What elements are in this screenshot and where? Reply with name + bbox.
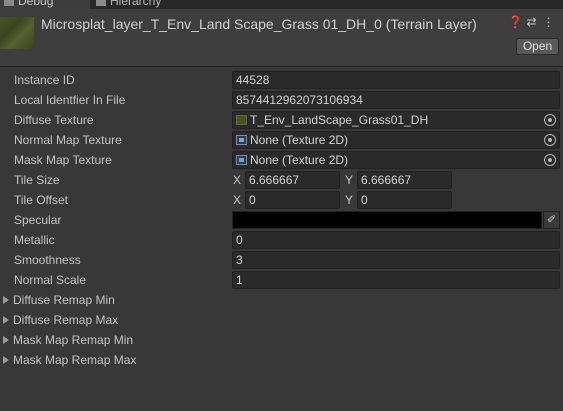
property-row-specular: Specular ✐ bbox=[0, 210, 563, 230]
foldout-mask-map-remap-max[interactable]: Mask Map Remap Max bbox=[0, 350, 563, 370]
property-row-smoothness: Smoothness 3 bbox=[0, 250, 563, 270]
property-label: Diffuse Texture bbox=[14, 113, 94, 127]
inspector-header: Microsplat_layer_T_Env_Land Scape_Grass … bbox=[0, 9, 563, 67]
property-row-local-identifier: Local Identfier In File 8574412962073106… bbox=[0, 90, 563, 110]
property-label: Specular bbox=[14, 213, 62, 227]
preset-icon[interactable]: ⇄ bbox=[525, 16, 538, 29]
open-button[interactable]: Open bbox=[516, 38, 559, 55]
object-picker-icon[interactable] bbox=[544, 154, 556, 166]
mask-map-texture-field[interactable]: None (Texture 2D) bbox=[232, 151, 560, 169]
foldout-label: Diffuse Remap Min bbox=[13, 293, 115, 307]
foldout-label: Diffuse Remap Max bbox=[13, 313, 119, 327]
foldout-arrow-icon[interactable] bbox=[3, 296, 9, 304]
eyedropper-icon[interactable]: ✐ bbox=[543, 211, 560, 229]
debug-icon bbox=[4, 0, 14, 7]
property-row-instance-id: Instance ID 44528 bbox=[0, 70, 563, 90]
header-icons: ❓ ⇄ ⋮ bbox=[508, 16, 555, 29]
normal-map-texture-field[interactable]: None (Texture 2D) bbox=[232, 131, 560, 149]
property-row-mask-map: Mask Map Texture None (Texture 2D) bbox=[0, 150, 563, 170]
texture-2d-icon bbox=[236, 155, 247, 165]
property-row-normal-scale: Normal Scale 1 bbox=[0, 270, 563, 290]
texture-2d-icon bbox=[236, 135, 247, 145]
foldout-arrow-icon[interactable] bbox=[3, 336, 9, 344]
property-label: Tile Size bbox=[14, 173, 60, 187]
property-label: Metallic bbox=[14, 233, 55, 247]
x-label: X bbox=[233, 193, 242, 207]
tile-offset-y-field[interactable]: 0 bbox=[357, 191, 452, 209]
more-icon[interactable]: ⋮ bbox=[542, 16, 555, 29]
property-label: Normal Map Texture bbox=[14, 133, 122, 147]
help-icon[interactable]: ❓ bbox=[508, 16, 523, 29]
object-picker-icon[interactable] bbox=[544, 114, 556, 126]
foldout-label: Mask Map Remap Max bbox=[13, 353, 137, 367]
tab-label: Hierarchy bbox=[110, 0, 162, 8]
property-row-metallic: Metallic 0 bbox=[0, 230, 563, 250]
instance-id-field[interactable]: 44528 bbox=[232, 71, 560, 89]
property-label: Normal Scale bbox=[14, 273, 87, 287]
foldout-mask-map-remap-min[interactable]: Mask Map Remap Min bbox=[0, 330, 563, 350]
property-row-diffuse-texture: Diffuse Texture T_Env_LandScape_Grass01_… bbox=[0, 110, 563, 130]
object-field-value: None (Texture 2D) bbox=[250, 133, 349, 147]
hierarchy-icon bbox=[96, 0, 106, 7]
property-row-tile-size: Tile Size X 6.666667 Y 6.666667 bbox=[0, 170, 563, 190]
x-label: X bbox=[233, 173, 242, 187]
property-label: Local Identfier In File bbox=[14, 93, 126, 107]
property-label: Instance ID bbox=[14, 73, 75, 87]
tile-offset-x-field[interactable]: 0 bbox=[245, 191, 340, 209]
tab-debug[interactable]: Debug bbox=[0, 0, 90, 9]
asset-thumbnail bbox=[0, 17, 34, 49]
tile-size-y-field[interactable]: 6.666667 bbox=[357, 171, 452, 189]
asset-title: Microsplat_layer_T_Env_Land Scape_Grass … bbox=[41, 16, 477, 32]
normal-scale-field[interactable]: 1 bbox=[232, 271, 560, 289]
property-row-tile-offset: Tile Offset X 0 Y 0 bbox=[0, 190, 563, 210]
foldout-diffuse-remap-min[interactable]: Diffuse Remap Min bbox=[0, 290, 563, 310]
y-label: Y bbox=[345, 173, 354, 187]
property-label: Tile Offset bbox=[14, 193, 69, 207]
diffuse-texture-field[interactable]: T_Env_LandScape_Grass01_DH bbox=[232, 111, 560, 129]
property-row-normal-map: Normal Map Texture None (Texture 2D) bbox=[0, 130, 563, 150]
property-list: Instance ID 44528 Local Identfier In Fil… bbox=[0, 70, 563, 370]
tile-size-x-field[interactable]: 6.666667 bbox=[245, 171, 340, 189]
foldout-arrow-icon[interactable] bbox=[3, 316, 9, 324]
foldout-arrow-icon[interactable] bbox=[3, 356, 9, 364]
y-label: Y bbox=[345, 193, 354, 207]
tab-label: Debug bbox=[18, 0, 54, 8]
foldout-label: Mask Map Remap Min bbox=[13, 333, 134, 347]
specular-color-field[interactable] bbox=[232, 211, 542, 229]
property-label: Mask Map Texture bbox=[14, 153, 112, 167]
foldout-diffuse-remap-max[interactable]: Diffuse Remap Max bbox=[0, 310, 563, 330]
texture-thumbnail-icon bbox=[236, 115, 247, 125]
object-field-value: T_Env_LandScape_Grass01_DH bbox=[250, 113, 429, 127]
local-identifier-field[interactable]: 8574412962073106934 bbox=[232, 91, 560, 109]
object-field-value: None (Texture 2D) bbox=[250, 153, 349, 167]
property-label: Smoothness bbox=[14, 253, 81, 267]
object-picker-icon[interactable] bbox=[544, 134, 556, 146]
tab-bar: Debug Hierarchy bbox=[0, 0, 563, 9]
metallic-field[interactable]: 0 bbox=[232, 231, 560, 249]
smoothness-field[interactable]: 3 bbox=[232, 251, 560, 269]
tab-hierarchy[interactable]: Hierarchy bbox=[92, 0, 182, 9]
